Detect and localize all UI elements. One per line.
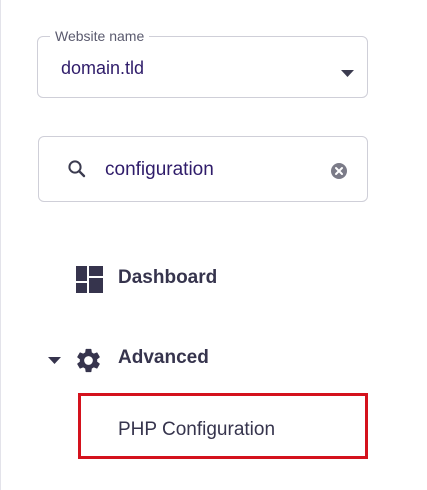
sidebar-item-advanced[interactable]: Advanced: [0, 336, 427, 380]
website-select[interactable]: Website name domain.tld: [37, 27, 368, 98]
caret-down-icon[interactable]: [341, 65, 354, 83]
gear-icon: [74, 346, 103, 380]
sidebar-item-dashboard[interactable]: Dashboard: [0, 256, 427, 300]
sidebar-item-dashboard-label: Dashboard: [118, 267, 218, 288]
expand-caret-icon[interactable]: [48, 352, 61, 370]
sidebar-item-advanced-label: Advanced: [118, 347, 209, 368]
website-select-label: Website name: [50, 27, 150, 45]
sidebar-subitem-label: PHP Configuration: [118, 419, 276, 440]
search-icon: [67, 159, 87, 184]
website-select-value: domain.tld: [61, 58, 145, 78]
dashboard-icon: [76, 266, 103, 298]
sidebar-edge: [0, 0, 1, 490]
search-input[interactable]: configuration: [105, 159, 214, 181]
search-field[interactable]: configuration: [38, 136, 368, 202]
clear-icon[interactable]: [330, 162, 348, 185]
sidebar-subitem-php-configuration[interactable]: PHP Configuration: [78, 393, 368, 459]
